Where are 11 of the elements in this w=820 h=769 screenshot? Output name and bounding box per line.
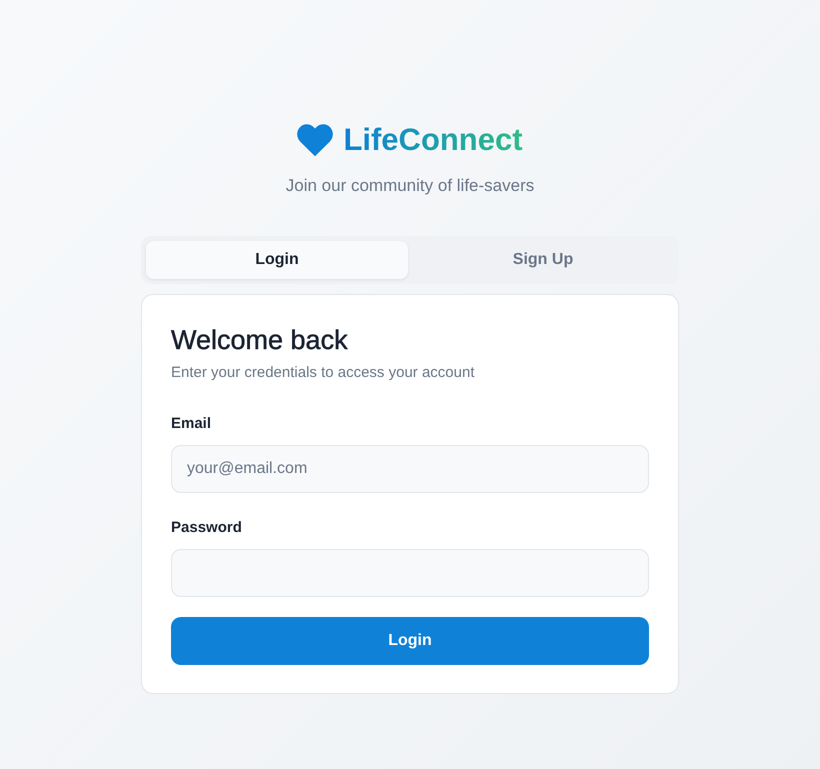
field-label: Email [171,415,212,432]
card-title: Welcome back [171,325,349,356]
tab[interactable]: Login [146,241,408,279]
heart-icon [297,124,334,156]
tagline: Join our community of life-savers [286,176,534,196]
input-field[interactable]: your@email.com [171,445,649,493]
login-button[interactable]: Login [171,617,649,665]
input-field[interactable] [171,549,649,597]
field-label: Password [171,519,243,536]
tab[interactable]: Sign Up [412,241,674,279]
card-subtitle: Enter your credentials to access your account [171,364,476,381]
